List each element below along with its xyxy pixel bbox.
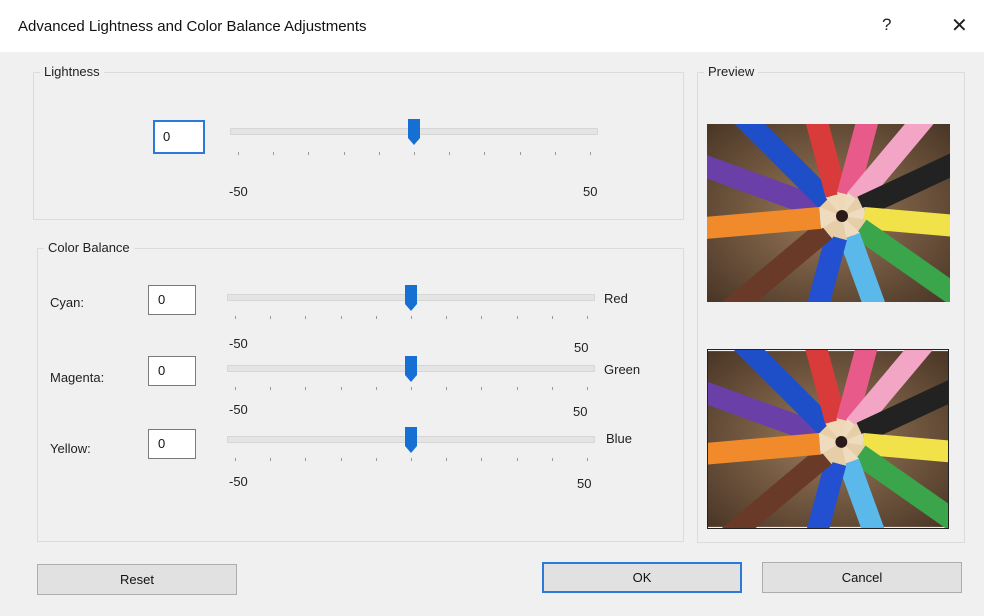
close-button[interactable]: ✕: [951, 13, 968, 38]
magenta-green-slider[interactable]: [227, 353, 595, 393]
slider-tick: [446, 387, 448, 390]
slider-tick: [375, 458, 377, 461]
yellow-max-label: 50: [577, 476, 592, 491]
slider-tick: [411, 316, 412, 319]
slider-tick: [449, 152, 451, 155]
yellow-label: Yellow:: [50, 441, 91, 456]
lightness-input[interactable]: 0: [153, 120, 205, 154]
lightness-max-label: 50: [583, 184, 598, 199]
magenta-label: Magenta:: [50, 370, 105, 385]
slider-thumb[interactable]: [404, 355, 418, 383]
slider-tick: [340, 458, 342, 461]
slider-tick: [340, 387, 342, 390]
lightness-group-label: Lightness: [40, 64, 104, 79]
slider-tick: [375, 387, 377, 390]
slider-tick: [270, 316, 272, 319]
lightness-slider[interactable]: [230, 112, 598, 162]
green-label: Green: [604, 362, 641, 377]
reset-button[interactable]: Reset: [37, 564, 237, 595]
slider-tick: [554, 152, 556, 155]
slider-tick: [551, 458, 553, 461]
slider-tick: [273, 152, 275, 155]
cyan-min-label: -50: [229, 336, 248, 351]
slider-thumb[interactable]: [404, 426, 418, 454]
slider-tick: [587, 316, 588, 319]
help-button[interactable]: ?: [882, 15, 891, 35]
magenta-min-label: -50: [229, 402, 248, 417]
slider-tick: [484, 152, 486, 155]
slider-tick: [519, 152, 521, 155]
slider-tick: [270, 387, 272, 390]
slider-tick: [446, 458, 448, 461]
red-label: Red: [604, 291, 628, 306]
slider-tick: [551, 316, 553, 319]
cancel-button[interactable]: Cancel: [762, 562, 962, 593]
slider-tick: [308, 152, 310, 155]
slider-tick: [516, 458, 518, 461]
slider-tick: [414, 152, 415, 155]
slider-tick: [378, 152, 380, 155]
slider-tick: [516, 387, 518, 390]
magenta-input[interactable]: 0: [148, 356, 196, 386]
slider-tick: [305, 316, 307, 319]
preview-group-label: Preview: [704, 64, 759, 79]
magenta-max-label: 50: [573, 404, 588, 419]
slider-tick: [481, 387, 483, 390]
slider-tick: [481, 458, 483, 461]
preview-original-image: [707, 124, 950, 302]
slider-tick: [235, 458, 236, 461]
yellow-input[interactable]: 0: [148, 429, 196, 459]
ok-button[interactable]: OK: [542, 562, 742, 593]
cyan-red-slider[interactable]: [227, 282, 595, 322]
slider-tick: [340, 316, 342, 319]
slider-thumb[interactable]: [407, 118, 421, 146]
slider-tick: [411, 387, 412, 390]
slider-tick: [305, 458, 307, 461]
window-title: Advanced Lightness and Color Balance Adj…: [18, 18, 367, 35]
blue-label: Blue: [606, 431, 633, 446]
slider-tick: [587, 458, 588, 461]
slider-tick: [590, 152, 591, 155]
yellow-min-label: -50: [229, 474, 248, 489]
slider-tick: [375, 316, 377, 319]
slider-tick: [238, 152, 239, 155]
slider-tick: [516, 316, 518, 319]
yellow-blue-slider[interactable]: [227, 424, 595, 464]
slider-tick: [446, 316, 448, 319]
slider-tick: [235, 387, 236, 390]
slider-thumb[interactable]: [404, 284, 418, 312]
slider-tick: [551, 387, 553, 390]
color-balance-group-label: Color Balance: [44, 240, 134, 255]
slider-tick: [587, 387, 588, 390]
slider-tick: [270, 458, 272, 461]
slider-tick: [305, 387, 307, 390]
slider-tick: [343, 152, 345, 155]
cyan-label: Cyan:: [50, 295, 84, 310]
preview-adjusted-image: [707, 349, 949, 529]
cyan-input[interactable]: 0: [148, 285, 196, 315]
slider-tick: [235, 316, 236, 319]
lightness-min-label: -50: [229, 184, 248, 199]
slider-tick: [481, 316, 483, 319]
slider-tick: [411, 458, 412, 461]
